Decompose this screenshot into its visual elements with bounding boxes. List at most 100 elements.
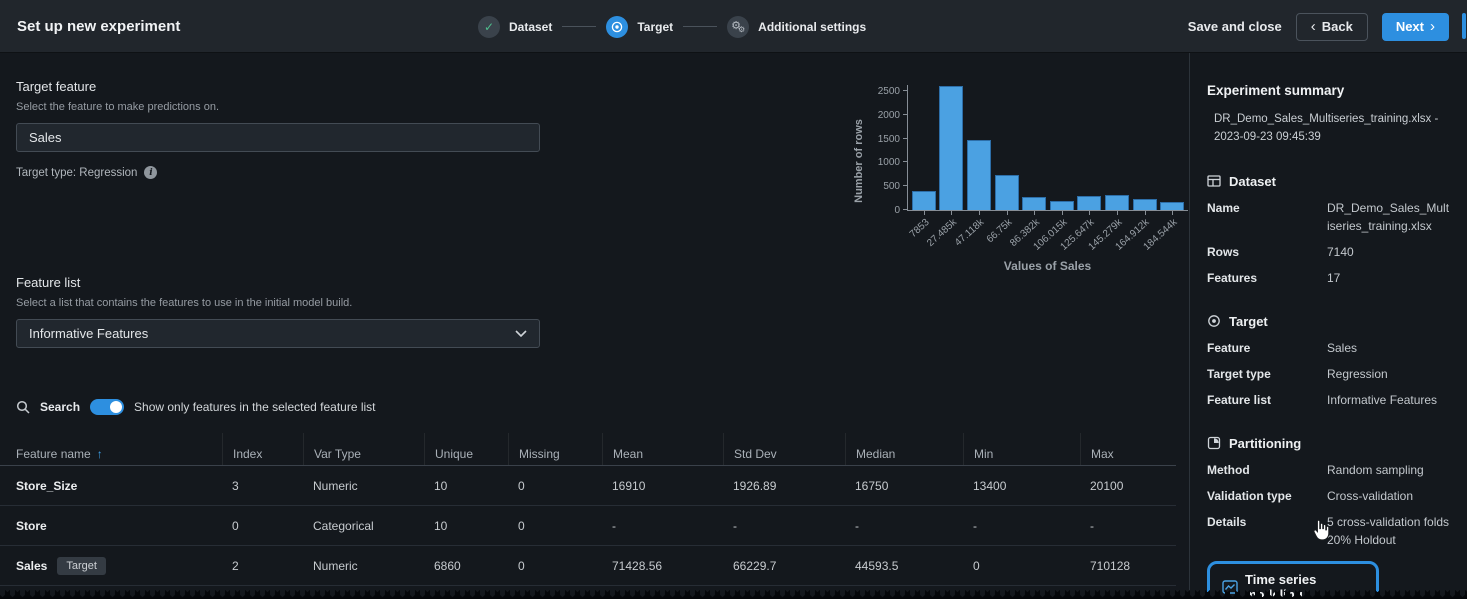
summary-row-label: Name	[1207, 199, 1327, 235]
search-icon[interactable]	[16, 400, 30, 414]
table-row[interactable]: Store_Size3Numeric100169101926.891675013…	[0, 466, 1176, 506]
y-tick-mark	[903, 161, 907, 162]
histogram-bar	[1160, 202, 1184, 210]
table-cell: 44593.5	[845, 559, 963, 573]
summary-row: Features17	[1207, 269, 1451, 287]
x-tick-mark	[1062, 211, 1063, 215]
feature-name: Store	[16, 519, 47, 533]
histogram-slot: 86.382k	[1020, 85, 1048, 210]
search-label[interactable]: Search	[40, 400, 80, 414]
histogram-slot: 106.015k	[1048, 85, 1076, 210]
summary-row-value: Sales	[1327, 339, 1451, 357]
summary-row-value: 5 cross-validation folds 20% Holdout	[1327, 513, 1451, 549]
target-feature-label: Target feature	[16, 79, 540, 94]
summary-row-value: Random sampling	[1327, 461, 1451, 479]
info-icon[interactable]: i	[144, 166, 157, 179]
feature-search-row: Search Show only features in the selecte…	[16, 399, 376, 415]
table-cell: 6860	[424, 559, 508, 573]
summary-row-label: Target type	[1207, 365, 1327, 383]
column-header-mean[interactable]: Mean	[602, 433, 723, 465]
histogram-slot: 125.647k	[1076, 85, 1104, 210]
table-cell: Numeric	[303, 479, 424, 493]
column-header-max[interactable]: Max	[1080, 433, 1176, 465]
x-tick-mark	[951, 211, 952, 215]
section-title: Target	[1229, 314, 1268, 329]
table-cell: 13400	[963, 479, 1080, 493]
back-button[interactable]: ‹ Back	[1296, 13, 1368, 41]
next-button[interactable]: Next ›	[1382, 13, 1449, 41]
dataset-table-icon	[1207, 174, 1221, 188]
feature-list-filter-toggle[interactable]	[90, 399, 124, 415]
y-tick-mark	[903, 90, 907, 91]
top-header: Set up new experiment ✓ Dataset Target ⚙…	[0, 0, 1467, 53]
feature-name-cell: Store_Size	[16, 479, 222, 493]
y-tick-label: 500	[883, 181, 900, 192]
header-actions: Save and close ‹ Back Next ›	[1188, 0, 1449, 53]
plot-area: 05001000150020002500785327.485k47.118k66…	[907, 85, 1188, 211]
table-cell: Categorical	[303, 519, 424, 533]
summary-row-label: Feature list	[1207, 391, 1327, 409]
column-header-std-dev[interactable]: Std Dev	[723, 433, 845, 465]
step-dataset[interactable]: ✓ Dataset	[478, 16, 552, 38]
step-connector	[683, 26, 717, 27]
column-header-label: Unique	[435, 447, 473, 461]
table-cell: Numeric	[303, 559, 424, 573]
histogram-bar	[912, 191, 936, 210]
table-row[interactable]: SalesTarget2Numeric6860071428.5666229.74…	[0, 546, 1176, 586]
features-table: Feature name↑IndexVar TypeUniqueMissingM…	[0, 433, 1176, 586]
histogram-slot: 47.118k	[965, 85, 993, 210]
histogram-slot: 7853	[910, 85, 938, 210]
summary-row-value: 17	[1327, 269, 1451, 287]
column-header-min[interactable]: Min	[963, 433, 1080, 465]
section-rows: NameDR_Demo_Sales_Multiseries_training.x…	[1207, 199, 1451, 287]
column-header-feature-name[interactable]: Feature name↑	[16, 433, 222, 465]
x-tick-mark	[979, 211, 980, 215]
table-cell: -	[845, 519, 963, 533]
column-header-missing[interactable]: Missing	[508, 433, 602, 465]
feature-name-cell: Store	[16, 519, 222, 533]
toggle-knob	[110, 401, 122, 413]
wizard-stepper: ✓ Dataset Target ⚙⚙ Additional settings	[478, 0, 866, 53]
y-tick-mark	[903, 185, 907, 186]
save-and-close-button[interactable]: Save and close	[1188, 19, 1282, 34]
screenshot-torn-edge	[0, 590, 1467, 599]
column-header-index[interactable]: Index	[222, 433, 303, 465]
x-tick-mark	[1007, 211, 1008, 215]
step-additional-settings[interactable]: ⚙⚙ Additional settings	[727, 16, 866, 38]
feature-name: Sales	[16, 559, 47, 573]
column-header-unique[interactable]: Unique	[424, 433, 508, 465]
step-connector	[562, 26, 596, 27]
experiment-summary-sidebar: Experiment summary DR_Demo_Sales_Multise…	[1191, 53, 1467, 599]
summary-row: FeatureSales	[1207, 339, 1451, 357]
histogram-slot: 27.485k	[938, 85, 966, 210]
sales-histogram: Number of rows 0500100015002000250078532…	[845, 69, 1185, 273]
scrollbar-thumb[interactable]	[1462, 13, 1466, 39]
target-feature-input[interactable]: Sales	[16, 123, 540, 152]
x-tick-label: 7853	[907, 217, 931, 240]
summary-row: MethodRandom sampling	[1207, 461, 1451, 479]
section-title: Dataset	[1229, 174, 1276, 189]
column-header-var-type[interactable]: Var Type	[303, 433, 424, 465]
table-cell: 1926.89	[723, 479, 845, 493]
target-step-bullseye-icon	[606, 16, 628, 38]
column-header-median[interactable]: Median	[845, 433, 963, 465]
feature-list-select[interactable]: Informative Features	[16, 319, 540, 348]
features-table-body: Store_Size3Numeric100169101926.891675013…	[0, 466, 1176, 586]
project-name: DR_Demo_Sales_Multiseries_training.xlsx …	[1207, 111, 1445, 147]
table-cell: 10	[424, 479, 508, 493]
step-target[interactable]: Target	[606, 16, 673, 38]
table-row[interactable]: Store0Categorical100-----	[0, 506, 1176, 546]
histogram-bar	[939, 86, 963, 210]
table-cell: 710128	[1080, 559, 1176, 573]
y-axis-title: Number of rows	[853, 119, 865, 203]
histogram-slot: 164.912k	[1131, 85, 1159, 210]
summary-row: NameDR_Demo_Sales_Multiseries_training.x…	[1207, 199, 1451, 235]
column-header-label: Min	[974, 447, 993, 461]
y-tick-mark	[903, 209, 907, 210]
summary-row-value: Regression	[1327, 365, 1451, 383]
summary-row: Target typeRegression	[1207, 365, 1451, 383]
section-header: Dataset	[1207, 174, 1451, 189]
x-tick-mark	[1172, 211, 1173, 215]
filter-toggle-label: Show only features in the selected featu…	[134, 400, 375, 414]
table-cell: 10	[424, 519, 508, 533]
